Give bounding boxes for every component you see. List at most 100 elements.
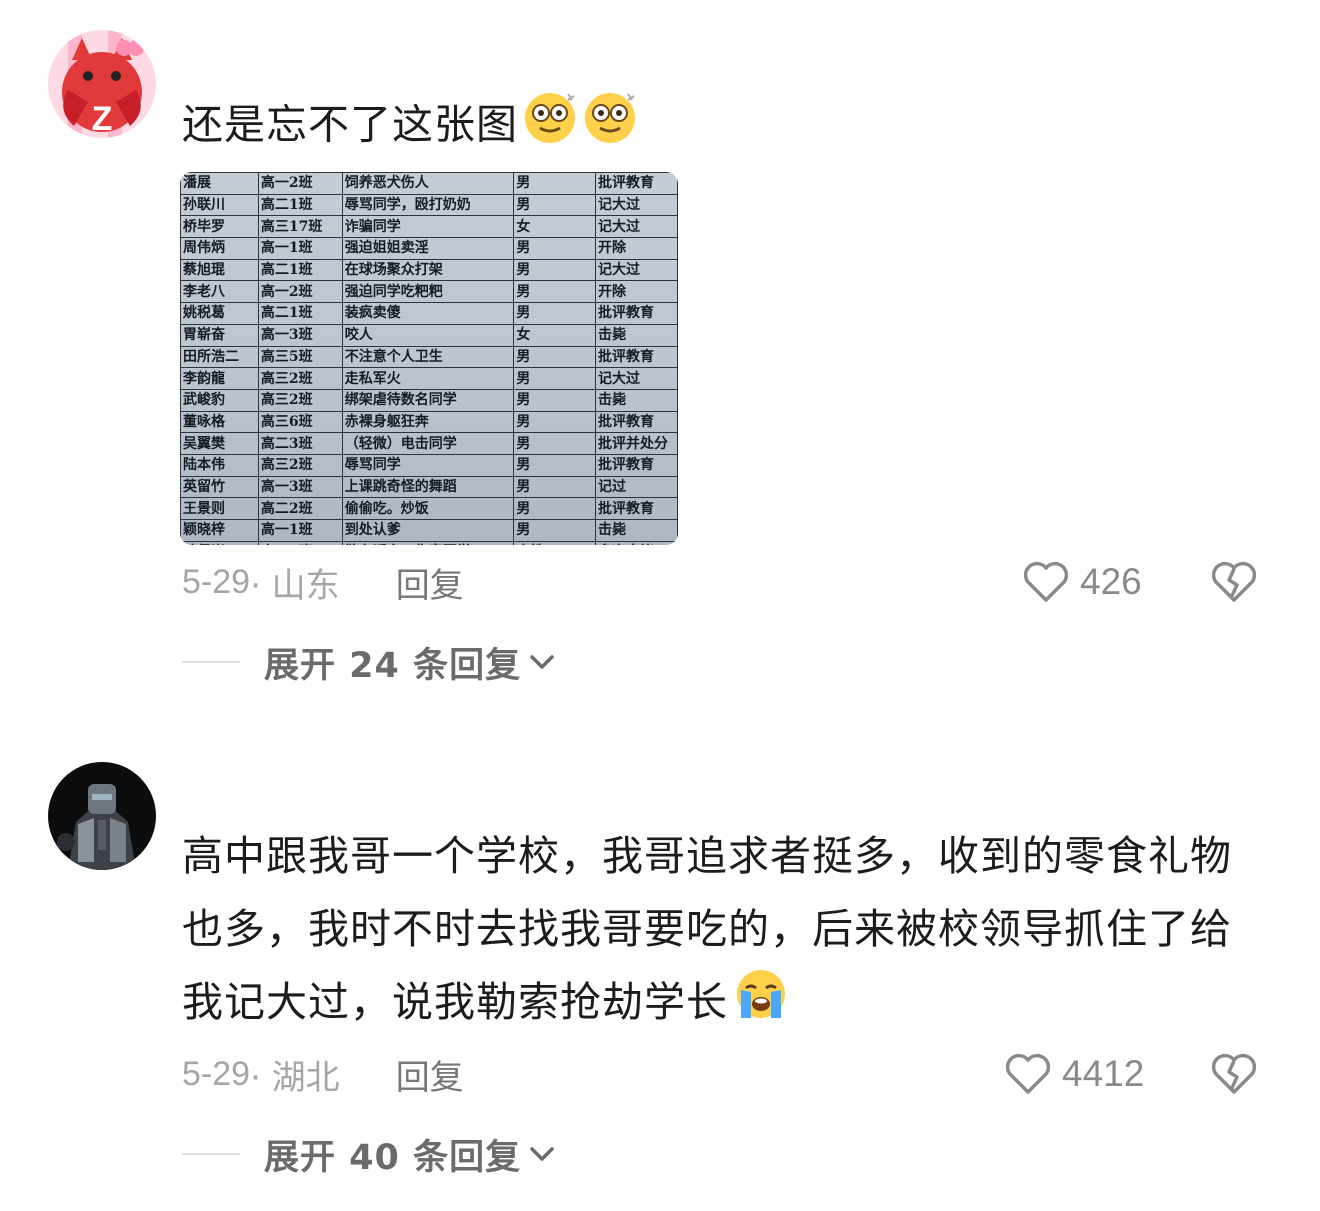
- comment-body: 高中跟我哥一个学校，我哥追求者挺多，收到的零食礼物也多，我时不时去找我哥要吃的，…: [182, 832, 1232, 1026]
- table-cell-class: 高一3班: [257, 475, 343, 499]
- reply-button[interactable]: 回复: [396, 1050, 464, 1099]
- table-cell-penalty: 批评教育: [595, 345, 678, 369]
- table-row: 董咏格 高三6班 赤裸身躯狂奔男批评教育: [180, 410, 678, 434]
- table-cell-penalty: 批评教育: [595, 172, 678, 195]
- table-cell-offense: 装疯卖傻: [341, 302, 515, 325]
- expand-replies[interactable]: 展开 40 条回复: [182, 1129, 555, 1179]
- table-cell-class: 高一1班: [257, 519, 343, 542]
- table-cell-name: 潘展: [180, 172, 259, 195]
- table-cell-class: 高二1班: [257, 258, 343, 282]
- chevron-down-icon: [530, 655, 554, 669]
- like-count: 4412: [1062, 1053, 1145, 1094]
- table-cell-name: 武峻豹: [180, 388, 259, 412]
- table-cell-gender: 男: [513, 519, 597, 542]
- table-cell-offense: 走私军火: [341, 367, 515, 390]
- table-cell-class: 高二3班: [257, 540, 343, 545]
- table-cell-penalty: 开除: [595, 280, 678, 304]
- table-cell-penalty: 记过: [595, 475, 678, 499]
- table-cell-class: 高三2班: [257, 388, 343, 412]
- table-row: 杜保崇高二3班散布谣言，伤害同学中性多次击毙: [180, 540, 678, 545]
- table-row: 陆本伟 高三2班 辱骂同学男批评教育: [180, 453, 678, 477]
- table-cell-offense: （轻微）电击同学: [341, 432, 515, 455]
- table-cell-penalty: 记大过: [595, 193, 678, 217]
- table-cell-class: 高一1班: [257, 237, 343, 260]
- table-cell-gender: 男: [513, 410, 597, 434]
- expand-replies-label: 展开 40 条回复: [264, 1137, 522, 1178]
- table-cell-penalty: 击毙: [595, 519, 678, 542]
- table-row: 孙联川 高二1班 辱骂同学，殴打奶奶男记大过: [180, 193, 678, 217]
- dizzy-face-emoji-icon: [522, 88, 578, 167]
- table-cell-gender: 男: [513, 193, 597, 217]
- table-cell-offense: 辱骂同学，殴打奶奶: [341, 193, 515, 217]
- table-cell-name: 杜保崇: [180, 540, 259, 545]
- comment-meta: 5-29 · 山东 回复: [182, 557, 464, 607]
- table-cell-penalty: 批评教育: [595, 302, 678, 325]
- table-cell-class: 高三2班: [257, 453, 343, 477]
- table-cell-penalty: 记大过: [595, 215, 678, 239]
- table-cell-offense: 在球场聚众打架: [341, 258, 515, 282]
- table-cell-class: 高二2班: [257, 497, 343, 520]
- comment-date: 5-29: [182, 562, 251, 601]
- table-row: 潘展 高一2班 饲养恶犬伤人男批评教育: [180, 172, 678, 195]
- table-cell-name: 陆本伟: [180, 453, 259, 477]
- table-cell-offense: 辱骂同学: [341, 453, 515, 477]
- table-cell-class: 高二1班: [257, 302, 343, 325]
- crying-face-emoji-icon: [732, 968, 790, 1043]
- divider-line: [182, 1153, 240, 1155]
- table-cell-penalty: 批评教育: [595, 453, 678, 477]
- table-row: 姚税葛 高二1班 装疯卖傻男批评教育: [180, 302, 678, 325]
- table-cell-gender: 男: [513, 345, 597, 369]
- table-cell-penalty: 批评教育: [595, 497, 678, 520]
- like-button[interactable]: 426: [1022, 557, 1142, 607]
- table-row: 田所浩二 高三5班 不注意个人卫生男批评教育: [180, 345, 678, 369]
- table-cell-name: 李韵龍: [180, 367, 259, 390]
- broken-heart-icon: [1211, 1053, 1257, 1094]
- table-cell-name: 田所浩二: [180, 345, 259, 369]
- table-cell-class: 高一3班: [257, 323, 343, 347]
- table-row: 英留竹 高一3班 上课跳奇怪的舞蹈男记过: [180, 475, 678, 499]
- comment-location: · 湖北: [250, 1057, 340, 1098]
- table-cell-gender: 女: [513, 323, 597, 347]
- table-cell-offense: 不注意个人卫生: [341, 345, 515, 369]
- table-row: 李老八 高一2班 强迫同学吃粑粑男开除: [180, 280, 678, 304]
- comment-body: 还是忘不了这张图: [182, 100, 518, 149]
- expand-replies-label: 展开 24 条回复: [264, 645, 522, 686]
- table-cell-gender: 男: [513, 280, 597, 304]
- table-row: 李韵龍 高三2班 走私军火男记大过: [180, 367, 678, 390]
- table-cell-name: 孙联川: [180, 193, 259, 217]
- table-cell-name: 蔡旭琨: [180, 258, 259, 282]
- discipline-table: 潘展 高一2班 饲养恶犬伤人男批评教育 孙联川 高二1班 辱骂同学，殴打奶奶男记大过 桥毕罗…: [180, 172, 678, 545]
- user-avatar[interactable]: [48, 762, 156, 870]
- table-cell-gender: 中性: [513, 540, 597, 545]
- user-avatar[interactable]: Z: [48, 30, 156, 138]
- table-cell-gender: 男: [513, 453, 597, 477]
- chevron-down-icon: [530, 1147, 554, 1161]
- table-cell-name: 英留竹: [180, 475, 259, 499]
- table-cell-gender: 女: [513, 215, 597, 239]
- table-cell-gender: 男: [513, 302, 597, 325]
- dizzy-face-emoji-icon: [582, 88, 638, 167]
- comment-text: 还是忘不了这张图: [182, 88, 1262, 167]
- table-cell-penalty: 击毙: [595, 388, 678, 412]
- table-cell-offense: 绑架虐待数名同学: [341, 388, 515, 412]
- heart-icon: [1023, 561, 1069, 602]
- dislike-button[interactable]: [1210, 1049, 1268, 1099]
- table-cell-name: 王景则: [180, 497, 259, 520]
- table-cell-name: 周伟炳: [180, 237, 259, 260]
- table-cell-offense: 强迫姐姐卖淫: [341, 237, 515, 260]
- expand-replies[interactable]: 展开 24 条回复: [182, 637, 555, 687]
- attached-image[interactable]: 潘展 高一2班 饲养恶犬伤人男批评教育 孙联川 高二1班 辱骂同学，殴打奶奶男记大过 桥毕罗…: [180, 172, 678, 545]
- table-cell-penalty: 批评教育: [595, 410, 678, 434]
- table-cell-gender: 男: [513, 388, 597, 412]
- heart-icon: [1005, 1053, 1051, 1094]
- table-row: 颖晓梓 高一1班 到处认爹男击毙: [180, 519, 678, 542]
- table-cell-gender: 男: [513, 432, 597, 455]
- table-cell-class: 高一2班: [257, 280, 343, 304]
- comment-date: 5-29: [182, 1054, 251, 1093]
- table-cell-offense: 散布谣言，伤害同学: [341, 540, 515, 545]
- like-button[interactable]: 4412: [1004, 1049, 1144, 1099]
- table-cell-offense: 偷偷吃。炒饭: [341, 497, 515, 520]
- dislike-button[interactable]: [1210, 557, 1268, 607]
- comment-text: 高中跟我哥一个学校，我哥追求者挺多，收到的零食礼物也多，我时不时去找我哥要吃的，…: [182, 820, 1262, 1043]
- reply-button[interactable]: 回复: [396, 558, 464, 607]
